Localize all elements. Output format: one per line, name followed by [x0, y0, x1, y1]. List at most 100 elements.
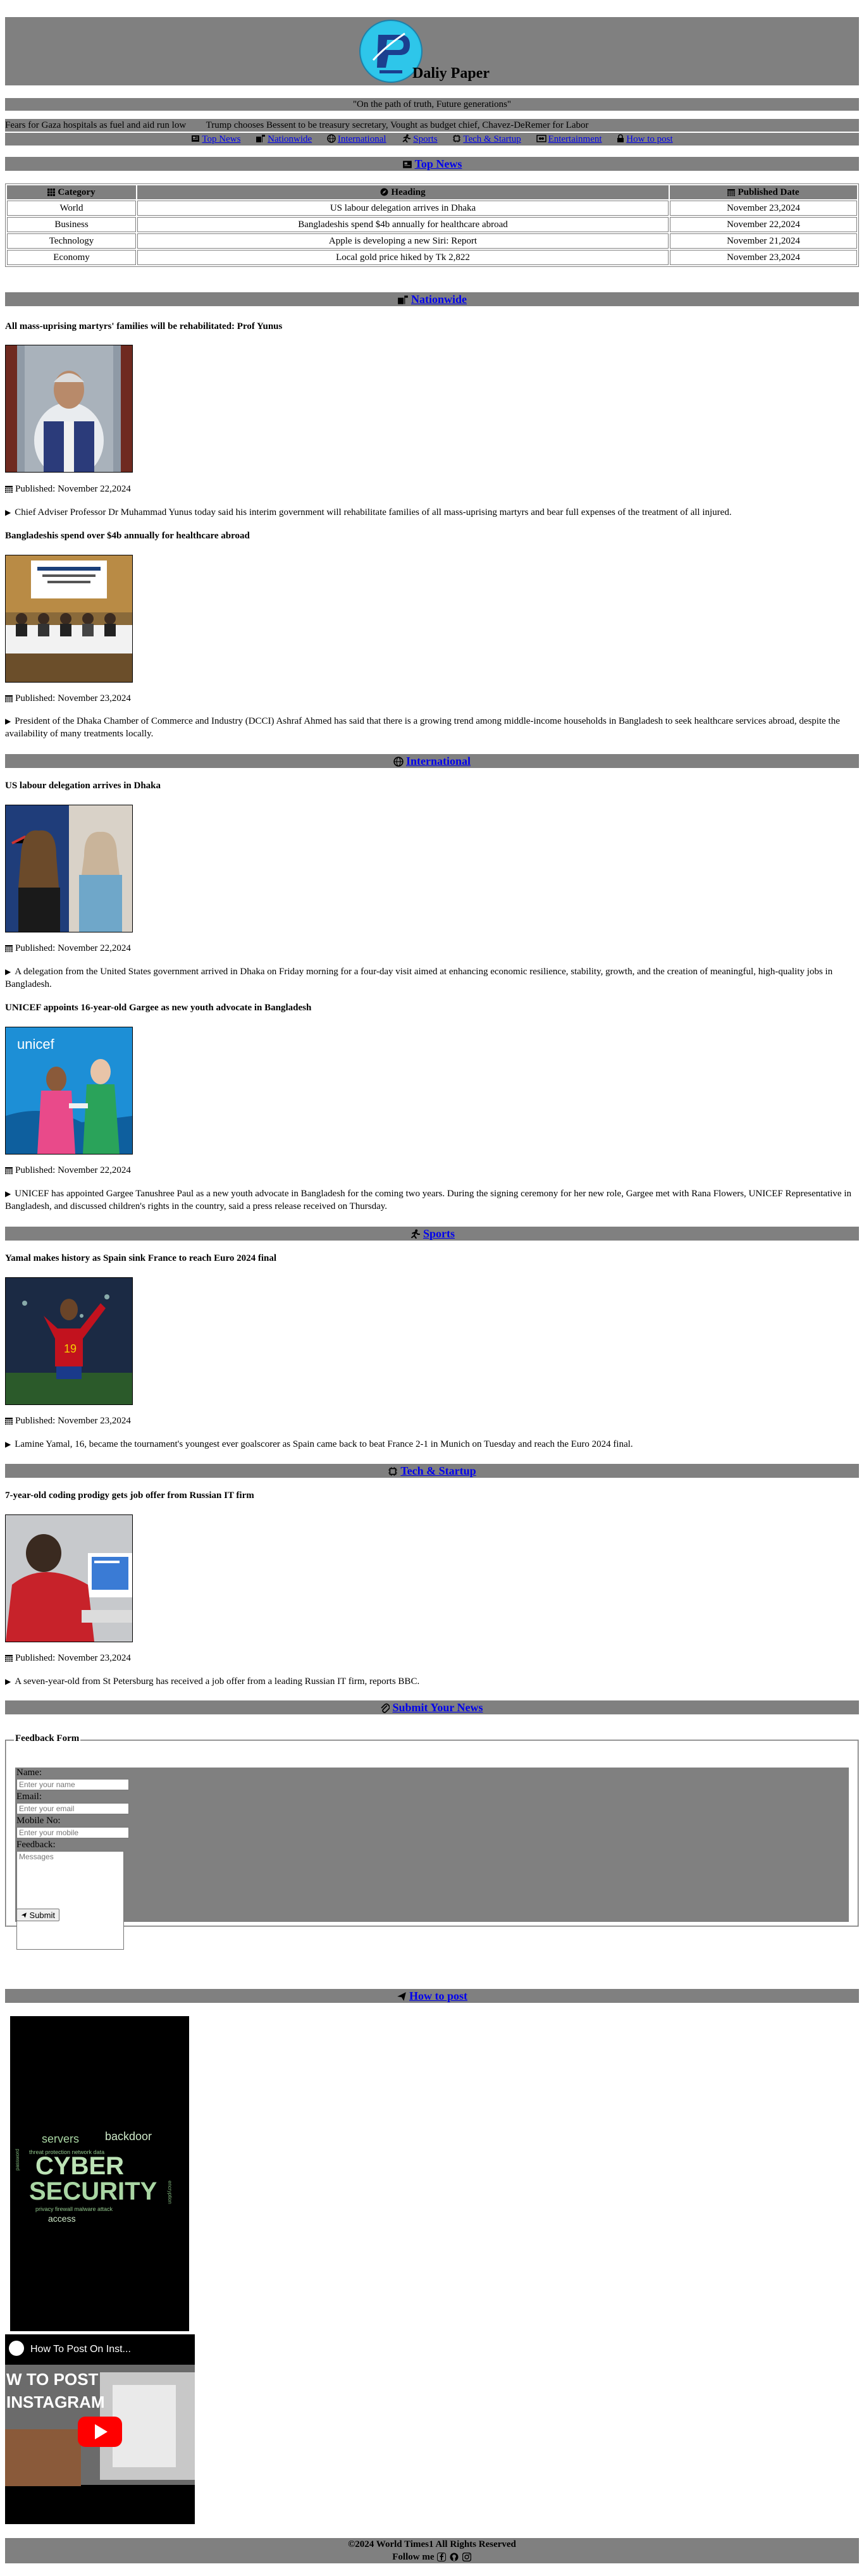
article-image[interactable] — [5, 1514, 133, 1642]
calendar-icon — [5, 695, 13, 702]
article-summary[interactable]: ▶ Chief Adviser Professor Dr Muhammad Yun… — [5, 506, 859, 519]
ticker-item[interactable]: Fears for Gaza hospitals as fuel and aid… — [5, 120, 186, 130]
github-icon[interactable] — [450, 2553, 459, 2561]
section-link[interactable]: Top News — [415, 158, 462, 170]
heading-cell: Apple is developing a new Siri: Report — [137, 233, 669, 249]
article-image[interactable] — [5, 345, 133, 473]
calendar-icon — [5, 486, 13, 493]
globe-icon — [393, 757, 404, 767]
column-header: Published Date — [670, 185, 857, 199]
send-icon — [397, 1992, 406, 2001]
table-row[interactable]: World US labour delegation arrives in Dh… — [7, 201, 857, 216]
name-label: Name: — [16, 1768, 42, 1778]
main-nav: Top News Nationwide International Sports… — [5, 133, 859, 146]
publish-date: Published: November 23,2024 — [5, 1653, 131, 1664]
svg-text:W TO POST: W TO POST — [6, 2370, 99, 2389]
send-icon — [21, 1912, 27, 1918]
section-link[interactable]: Nationwide — [411, 293, 467, 306]
cyber-security-image: servers backdoor threat protection netwo… — [10, 2016, 189, 2331]
name-input[interactable] — [16, 1779, 129, 1790]
nav-link[interactable]: Top News — [202, 134, 240, 144]
how-to-post-heading: How to post — [5, 1989, 859, 2003]
form-body: Name: Email: Mobile No: Feedback: Submit — [15, 1768, 849, 1950]
nav-link[interactable]: Nationwide — [268, 134, 312, 144]
runner-icon — [410, 1229, 420, 1239]
disclosure-triangle-icon: ▶ — [5, 1440, 11, 1449]
building-flag-icon — [398, 295, 408, 304]
publish-date: Published: November 22,2024 — [5, 943, 131, 954]
newspaper-icon — [402, 161, 412, 168]
nav-link[interactable]: How to post — [626, 134, 672, 144]
mobile-input[interactable] — [16, 1827, 129, 1838]
calendar-icon — [5, 945, 13, 952]
svg-text:access: access — [48, 2214, 76, 2224]
table-row[interactable]: Economy Local gold price hiked by Tk 2,8… — [7, 250, 857, 265]
article-summary[interactable]: ▶ A seven-year-old from St Petersburg has… — [5, 1675, 859, 1688]
feedback-form: Feedback Form Name: Email: Mobile No: Fe… — [5, 1733, 859, 1950]
section-link[interactable]: Submit Your News — [392, 1701, 483, 1714]
feedback-label: Feedback: — [16, 1840, 56, 1850]
instagram-icon[interactable] — [462, 2552, 471, 2562]
table-row[interactable]: Business Bangladeshis spend $4b annually… — [7, 217, 857, 232]
nav-link[interactable]: Sports — [413, 134, 437, 144]
nav-item-entertainment[interactable]: Entertainment — [536, 134, 605, 144]
heading-cell: Bangladeshis spend $4b annually for heal… — [137, 217, 669, 232]
svg-text:privacy firewall malware attac: privacy firewall malware attack — [35, 2206, 113, 2212]
nav-item-tech[interactable]: Tech & Startup — [452, 134, 523, 144]
article-image[interactable]: 19 — [5, 1277, 133, 1405]
follow-label: Follow me — [392, 2552, 435, 2562]
article-title[interactable]: US labour delegation arrives in Dhaka — [5, 781, 161, 791]
svg-text:servers: servers — [42, 2133, 79, 2145]
nav-item-top-news[interactable]: Top News — [191, 134, 243, 144]
section-link[interactable]: Sports — [423, 1227, 455, 1240]
svg-text:CYBER: CYBER — [35, 2152, 124, 2180]
nationwide-heading: Nationwide — [5, 292, 859, 306]
disclosure-triangle-icon: ▶ — [5, 508, 11, 517]
article-title[interactable]: All mass-uprising martyrs' families will… — [5, 321, 282, 332]
heading-cell: US labour delegation arrives in Dhaka — [137, 201, 669, 216]
nav-item-international[interactable]: International — [327, 134, 388, 144]
svg-text:How To Post On Inst...: How To Post On Inst... — [30, 2344, 131, 2355]
ticker-item[interactable]: Trump chooses Bessent to be treasury sec… — [206, 120, 589, 130]
article-title[interactable]: UNICEF appoints 16-year-old Gargee as ne… — [5, 1003, 311, 1013]
runner-icon — [402, 134, 411, 143]
publish-date: Published: November 22,2024 — [5, 1165, 131, 1176]
film-icon — [536, 135, 546, 142]
section-link[interactable]: How to post — [409, 1990, 467, 2002]
category-cell: Economy — [7, 250, 136, 265]
video-embed[interactable]: How To Post On Inst... W TO POST INSTAGR… — [5, 2334, 195, 2524]
date-cell: November 23,2024 — [670, 201, 857, 216]
email-input[interactable] — [16, 1803, 129, 1814]
nav-link[interactable]: Entertainment — [548, 134, 602, 144]
section-link[interactable]: Tech & Startup — [400, 1464, 476, 1477]
article-summary[interactable]: ▶ Lamine Yamal, 16, became the tournament… — [5, 1438, 859, 1451]
svg-text:password: password — [15, 2149, 20, 2170]
nav-item-how-to-post[interactable]: How to post — [617, 134, 673, 144]
article-summary[interactable]: ▶ President of the Dhaka Chamber of Comme… — [5, 715, 859, 740]
nav-link[interactable]: International — [338, 134, 386, 144]
facebook-icon[interactable] — [437, 2553, 447, 2561]
microchip-icon — [453, 135, 461, 142]
date-cell: November 21,2024 — [670, 233, 857, 249]
article-title[interactable]: Bangladeshis spend over $4b annually for… — [5, 531, 250, 542]
article-summary[interactable]: ▶ UNICEF has appointed Gargee Tanushree P… — [5, 1187, 859, 1213]
disclosure-triangle-icon: ▶ — [5, 967, 11, 976]
nav-item-sports[interactable]: Sports — [401, 134, 440, 144]
article-summary[interactable]: ▶ A delegation from the United States gov… — [5, 965, 859, 991]
article-image[interactable]: unicef — [5, 1027, 133, 1155]
svg-text:19: 19 — [64, 1342, 77, 1355]
section-link[interactable]: International — [406, 755, 471, 767]
tech-heading: Tech & Startup — [5, 1464, 859, 1478]
newspaper-icon — [192, 135, 200, 142]
article-image[interactable] — [5, 805, 133, 932]
article-title[interactable]: Yamal makes history as Spain sink France… — [5, 1253, 276, 1264]
heading-cell: Local gold price hiked by Tk 2,822 — [137, 250, 669, 265]
nav-item-nationwide[interactable]: Nationwide — [256, 134, 314, 144]
table-row[interactable]: Technology Apple is developing a new Sir… — [7, 233, 857, 249]
nav-link[interactable]: Tech & Startup — [463, 134, 521, 144]
compass-icon — [380, 188, 388, 195]
article-title[interactable]: 7-year-old coding prodigy gets job offer… — [5, 1490, 254, 1501]
submit-button[interactable]: Submit — [16, 1909, 59, 1921]
article-image[interactable] — [5, 555, 133, 683]
feedback-textarea[interactable] — [16, 1851, 124, 1950]
